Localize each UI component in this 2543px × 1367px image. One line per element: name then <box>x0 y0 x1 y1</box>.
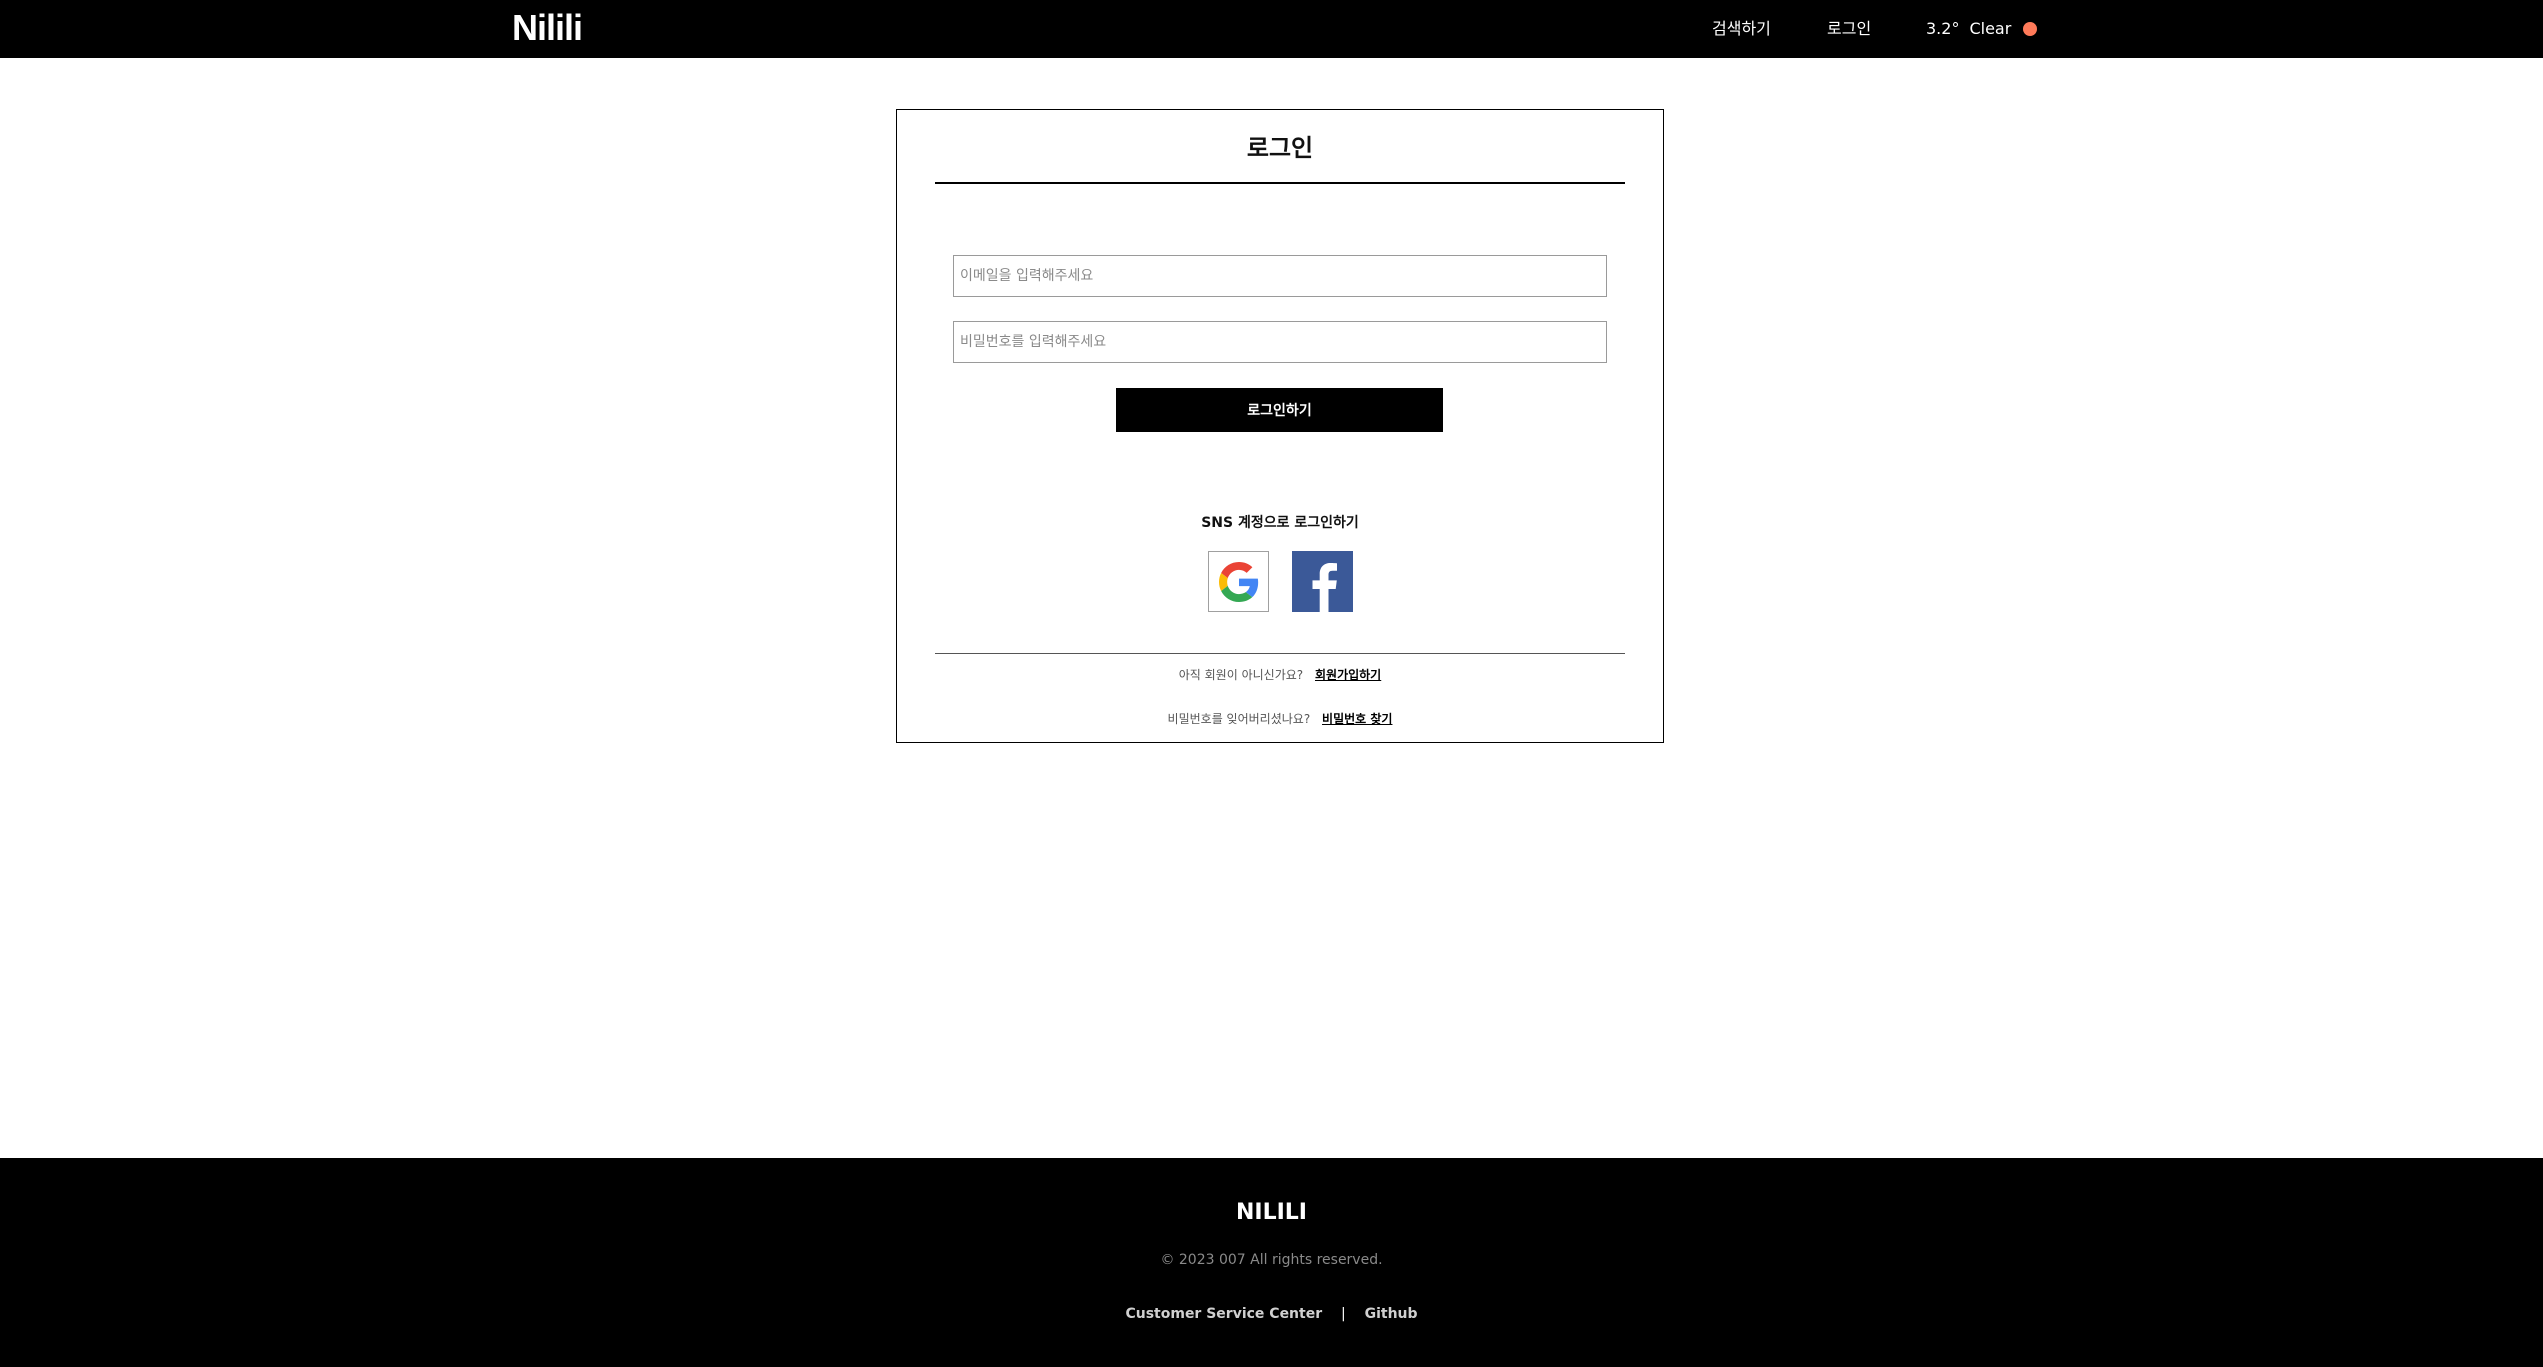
facebook-icon <box>1312 563 1337 612</box>
footer-separator: | <box>1341 1306 1346 1322</box>
bottom-divider <box>935 653 1625 654</box>
top-navbar: Nilili 검색하기 로그인 3.2° Clear <box>0 0 2543 58</box>
login-submit-button[interactable]: 로그인하기 <box>1116 388 1443 432</box>
footer-brand: NILILI <box>1235 1200 1307 1225</box>
signup-link[interactable]: 회원가입하기 <box>1315 668 1381 682</box>
signup-prompt: 아직 회원이 아니신가요? <box>1178 668 1304 682</box>
title-divider <box>935 182 1625 184</box>
facebook-login-button[interactable] <box>1292 551 1353 612</box>
weather-condition: Clear <box>1969 19 2012 38</box>
google-icon <box>1218 561 1258 602</box>
weather-widget: 3.2° Clear <box>1926 18 2038 40</box>
email-input[interactable] <box>953 255 1607 297</box>
footer-links: Customer Service Center | Github <box>0 1304 2543 1324</box>
sns-login-heading: SNS 계정으로 로그인하기 <box>1201 515 1359 531</box>
weather-status-icon <box>2023 22 2038 36</box>
password-input[interactable] <box>953 321 1607 363</box>
find-password-row: 비밀번호를 잊어버리셨나요? 비밀번호 찾기 <box>897 710 1663 728</box>
nav-search-link[interactable]: 검색하기 <box>1712 18 1771 40</box>
nav-login-link[interactable]: 로그인 <box>1827 18 1871 40</box>
google-login-button[interactable] <box>1208 551 1269 612</box>
site-footer: NILILI © 2023 007 All rights reserved. C… <box>0 1158 2543 1367</box>
login-title: 로그인 <box>1246 134 1314 162</box>
login-card: 로그인 로그인하기 SNS 계정으로 로그인하기 아직 회원이 아니신가요? 회… <box>896 109 1664 743</box>
signup-row: 아직 회원이 아니신가요? 회원가입하기 <box>897 666 1663 684</box>
forgot-password-prompt: 비밀번호를 잊어버리셨나요? <box>1167 712 1311 726</box>
site-logo[interactable]: Nilili <box>512 8 583 48</box>
customer-service-link[interactable]: Customer Service Center <box>1125 1306 1322 1322</box>
footer-copyright: © 2023 007 All rights reserved. <box>1160 1252 1383 1268</box>
find-password-link[interactable]: 비밀번호 찾기 <box>1322 712 1392 726</box>
github-link[interactable]: Github <box>1365 1306 1418 1322</box>
weather-temperature: 3.2° <box>1926 19 1960 38</box>
